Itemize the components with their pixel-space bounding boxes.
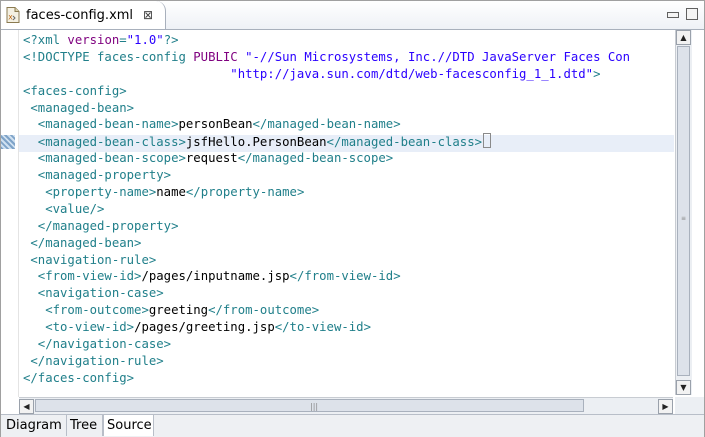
code-token: </managed-property> bbox=[23, 218, 179, 233]
vertical-scrollbar[interactable]: ▲ ≡ ▼ bbox=[675, 30, 692, 395]
code-line: <property-name>name</property-name> bbox=[23, 184, 630, 201]
xml-source-text[interactable]: <?xml version="1.0"?> <!DOCTYPE faces-con… bbox=[23, 32, 630, 387]
code-line: <?xml version="1.0"?> bbox=[23, 32, 630, 49]
scroll-down-arrow-icon[interactable]: ▼ bbox=[676, 380, 691, 395]
code-token: /pages/inputname.jsp bbox=[141, 269, 290, 284]
tab-diagram[interactable]: Diagram bbox=[3, 415, 67, 436]
code-line: </managed-bean> bbox=[23, 235, 630, 252]
code-line: </navigation-case> bbox=[23, 336, 630, 353]
code-token: "http://java.sun.com/dtd/web-facesconfig… bbox=[23, 66, 594, 81]
code-line: <faces-config> bbox=[23, 83, 630, 100]
code-token: <managed-bean-name> bbox=[23, 117, 179, 132]
code-line: <to-view-id>/pages/greeting.jsp</to-view… bbox=[23, 319, 630, 336]
code-token: > bbox=[593, 66, 601, 81]
code-token: /pages/greeting.jsp bbox=[134, 320, 275, 335]
editor-tab-faces-config[interactable]: X faces-config.xml ⊠ bbox=[1, 1, 166, 29]
close-tab-icon[interactable]: ⊠ bbox=[143, 8, 153, 22]
code-token: "-//Sun Microsystems, Inc.//DTD JavaServ… bbox=[245, 49, 631, 64]
code-token: <managed-bean-class> bbox=[23, 135, 186, 150]
code-token: <?xml bbox=[23, 33, 68, 47]
code-line: <managed-bean-name>personBean</managed-b… bbox=[23, 116, 630, 133]
grip-icon: ≡ bbox=[681, 215, 687, 222]
scrollbar-corner bbox=[675, 397, 704, 414]
code-token: name bbox=[156, 185, 186, 200]
svg-text:X: X bbox=[8, 14, 13, 22]
tab-tree[interactable]: Tree bbox=[67, 415, 103, 436]
code-token: <navigation-rule> bbox=[23, 252, 157, 267]
scroll-right-arrow-icon[interactable]: ▶ bbox=[658, 399, 673, 414]
code-token: <value/> bbox=[23, 201, 105, 216]
code-token: <managed-property> bbox=[23, 168, 172, 183]
code-token: "1.0" bbox=[126, 33, 164, 47]
code-line: <managed-property> bbox=[23, 167, 630, 184]
code-token: </managed-bean-scope> bbox=[237, 151, 394, 166]
code-token: <!DOCTYPE faces-config bbox=[23, 49, 194, 64]
code-line: </navigation-rule> bbox=[23, 353, 630, 370]
code-line: <from-view-id>/pages/inputname.jsp</from… bbox=[23, 268, 630, 285]
code-token: PUBLIC bbox=[193, 49, 238, 64]
code-token: <managed-bean> bbox=[23, 100, 135, 115]
code-line: <value/> bbox=[23, 201, 630, 218]
code-token: </managed-bean-class> bbox=[326, 135, 483, 150]
code-token: </navigation-rule> bbox=[23, 353, 164, 368]
code-token: </faces-config> bbox=[23, 370, 135, 385]
code-token: greeting bbox=[148, 303, 209, 318]
code-token: personBean bbox=[178, 117, 253, 132]
editor-tab-bar: X faces-config.xml ⊠ bbox=[1, 1, 704, 30]
editor-page-tabs: Diagram Tree Source bbox=[1, 414, 704, 437]
code-token: <from-outcome> bbox=[23, 303, 149, 318]
grip-icon: ||| bbox=[310, 402, 319, 411]
editor-gutter bbox=[1, 30, 19, 397]
code-token: <navigation-case> bbox=[23, 286, 164, 301]
horizontal-scrollbar[interactable]: ◀ ||| ▶ bbox=[19, 397, 673, 414]
code-token: <managed-bean-scope> bbox=[23, 151, 186, 166]
code-line: <navigation-case> bbox=[23, 285, 630, 302]
code-token: ?> bbox=[163, 33, 179, 47]
xml-editor-window: X faces-config.xml ⊠ <?xml version="1.0"… bbox=[0, 0, 705, 437]
code-token: <faces-config> bbox=[23, 83, 127, 98]
vertical-scroll-thumb[interactable]: ≡ bbox=[677, 46, 690, 376]
code-line: "http://java.sun.com/dtd/web-facesconfig… bbox=[23, 66, 630, 83]
scroll-left-arrow-icon[interactable]: ◀ bbox=[19, 399, 34, 414]
code-token: jsfHello.PersonBean bbox=[185, 135, 327, 150]
code-token: <property-name> bbox=[23, 185, 157, 200]
scroll-up-arrow-icon[interactable]: ▲ bbox=[676, 30, 691, 45]
code-line: <managed-bean-scope>request</managed-bea… bbox=[23, 150, 630, 167]
code-token: </managed-bean-name> bbox=[252, 117, 401, 132]
code-token: </to-view-id> bbox=[274, 320, 371, 335]
editor-tab-title: faces-config.xml bbox=[26, 8, 134, 23]
maximize-icon[interactable] bbox=[686, 8, 698, 20]
code-token: = bbox=[119, 33, 127, 47]
code-token: </managed-bean> bbox=[23, 235, 142, 250]
code-token: version bbox=[67, 33, 120, 47]
code-line: <navigation-rule> bbox=[23, 252, 630, 269]
code-line: <managed-bean-class>jsfHello.PersonBean<… bbox=[23, 133, 630, 150]
code-line: <from-outcome>greeting</from-outcome> bbox=[23, 302, 630, 319]
code-token: request bbox=[185, 151, 238, 166]
horizontal-scroll-thumb[interactable]: ||| bbox=[35, 399, 584, 412]
code-token: </from-view-id> bbox=[289, 269, 401, 284]
code-line: <managed-bean> bbox=[23, 100, 630, 117]
xml-file-icon: X bbox=[6, 7, 20, 23]
code-line: </managed-property> bbox=[23, 218, 630, 235]
code-line: <!DOCTYPE faces-config PUBLIC "-//Sun Mi… bbox=[23, 49, 630, 66]
code-token: <to-view-id> bbox=[23, 320, 135, 335]
minimize-icon[interactable] bbox=[667, 12, 679, 18]
tab-source[interactable]: Source bbox=[103, 415, 154, 436]
code-token: <from-view-id> bbox=[23, 269, 142, 284]
code-token: </navigation-case> bbox=[23, 337, 172, 352]
code-token: </property-name> bbox=[185, 185, 305, 200]
code-token: </from-outcome> bbox=[208, 303, 320, 318]
current-line-marker-icon bbox=[1, 135, 15, 149]
source-editor[interactable]: <?xml version="1.0"?> <!DOCTYPE faces-con… bbox=[1, 30, 704, 397]
code-line: </faces-config> bbox=[23, 370, 630, 387]
text-cursor bbox=[483, 133, 492, 149]
